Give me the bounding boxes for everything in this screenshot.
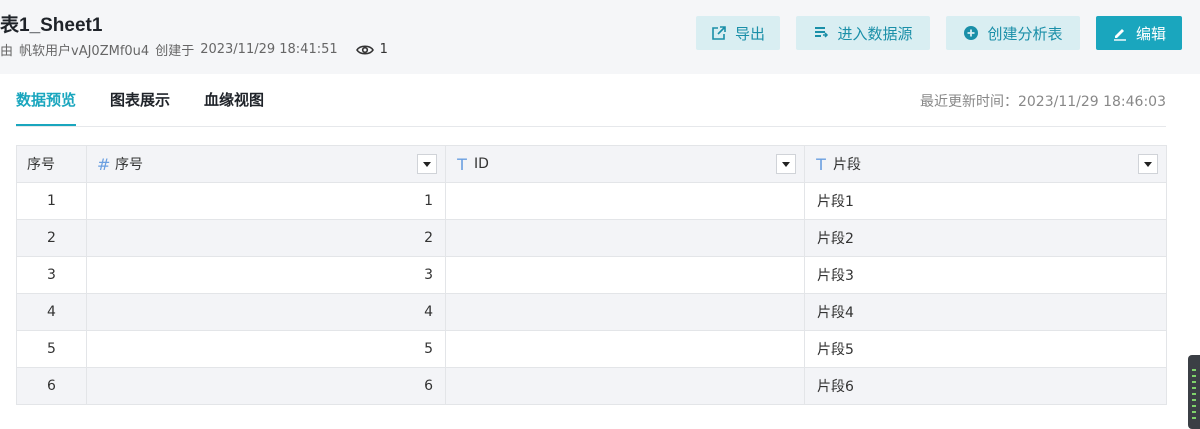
- page-meta: 由 帆软用户vAJ0ZMf0u4 创建于 2023/11/29 18:41:51…: [0, 40, 388, 59]
- cell-seq: 1: [86, 182, 446, 220]
- content-panel: 数据预览 图表展示 血缘视图 最近更新时间：2023/11/29 18:46:0…: [0, 74, 1200, 429]
- table-row[interactable]: 5 5 片段5: [16, 330, 1167, 368]
- enter-datasource-button[interactable]: 进入数据源: [796, 16, 930, 50]
- table-row[interactable]: 3 3 片段3: [16, 256, 1167, 294]
- toolbar: 导出 进入数据源 创建分析表 编辑: [696, 16, 1182, 50]
- cell-segment: 片段5: [804, 330, 1167, 368]
- column-header-row-index: 序号: [16, 145, 87, 183]
- cell-segment: 片段6: [804, 367, 1167, 405]
- meta-created-label: 创建于: [155, 44, 195, 59]
- cell-id: [445, 330, 805, 368]
- cell-row-index: 1: [16, 182, 87, 220]
- cell-seq: 6: [86, 367, 446, 405]
- meta-by: 由: [0, 44, 14, 59]
- tab-lineage-view[interactable]: 血缘视图: [204, 74, 264, 126]
- tab-bar: 数据预览 图表展示 血缘视图: [16, 74, 298, 126]
- side-level-meter: [1188, 355, 1200, 429]
- table-row[interactable]: 1 1 片段1: [16, 182, 1167, 220]
- cell-segment: 片段3: [804, 256, 1167, 294]
- plus-circle-icon: [964, 26, 979, 40]
- view-count: 1: [355, 42, 388, 57]
- cell-id: [445, 256, 805, 294]
- cell-id: [445, 293, 805, 331]
- tab-data-preview[interactable]: 数据预览: [16, 74, 77, 126]
- text-type-icon: T: [457, 154, 467, 174]
- create-analysis-button[interactable]: 创建分析表: [946, 16, 1080, 50]
- cell-row-index: 4: [16, 293, 87, 331]
- datasource-icon: [815, 27, 829, 38]
- cell-id: [445, 182, 805, 220]
- page-header: 表1_Sheet1 由 帆软用户vAJ0ZMf0u4 创建于 2023/11/2…: [0, 0, 1200, 72]
- table-row[interactable]: 2 2 片段2: [16, 219, 1167, 257]
- meta-created-time: 2023/11/29 18:41:51: [200, 42, 338, 57]
- column-header-seq[interactable]: # 序号: [86, 145, 446, 183]
- pencil-icon: [1113, 29, 1126, 41]
- cell-segment: 片段4: [804, 293, 1167, 331]
- cell-id: [445, 219, 805, 257]
- column-header-id[interactable]: T ID: [445, 145, 805, 183]
- last-update-time: 最近更新时间：2023/11/29 18:46:03: [919, 94, 1166, 110]
- data-table: 序号 # 序号 T ID T 片段 1 1 片段1 2 2 片段2 3 3 片段…: [16, 145, 1167, 405]
- cell-seq: 4: [86, 293, 446, 331]
- tab-chart-view[interactable]: 图表展示: [110, 74, 170, 126]
- text-type-icon: T: [816, 154, 826, 174]
- export-button[interactable]: 导出: [696, 16, 780, 50]
- view-count-value: 1: [379, 42, 388, 57]
- cell-segment: 片段1: [804, 182, 1167, 220]
- cell-row-index: 6: [16, 367, 87, 405]
- meta-user: 帆软用户vAJ0ZMf0u4: [19, 44, 150, 59]
- export-icon: [712, 26, 726, 40]
- table-header-row: 序号 # 序号 T ID T 片段: [16, 145, 1167, 183]
- cell-seq: 2: [86, 219, 446, 257]
- cell-row-index: 3: [16, 256, 87, 294]
- caret-down-icon[interactable]: [1138, 154, 1158, 174]
- cell-row-index: 5: [16, 330, 87, 368]
- table-row[interactable]: 4 4 片段4: [16, 293, 1167, 331]
- page-title: 表1_Sheet1: [0, 15, 103, 36]
- caret-down-icon[interactable]: [417, 154, 437, 174]
- cell-row-index: 2: [16, 219, 87, 257]
- column-header-segment[interactable]: T 片段: [804, 145, 1167, 183]
- enter-datasource-label: 进入数据源: [837, 24, 913, 43]
- table-row[interactable]: 6 6 片段6: [16, 367, 1167, 405]
- eye-icon: [355, 44, 374, 55]
- cell-id: [445, 367, 805, 405]
- export-label: 导出: [734, 24, 765, 43]
- number-type-icon: #: [97, 154, 111, 174]
- cell-seq: 3: [86, 256, 446, 294]
- edit-button[interactable]: 编辑: [1096, 16, 1182, 50]
- caret-down-icon[interactable]: [776, 154, 796, 174]
- cell-segment: 片段2: [804, 219, 1167, 257]
- cell-seq: 5: [86, 330, 446, 368]
- create-analysis-label: 创建分析表: [987, 24, 1063, 43]
- edit-label: 编辑: [1135, 24, 1166, 43]
